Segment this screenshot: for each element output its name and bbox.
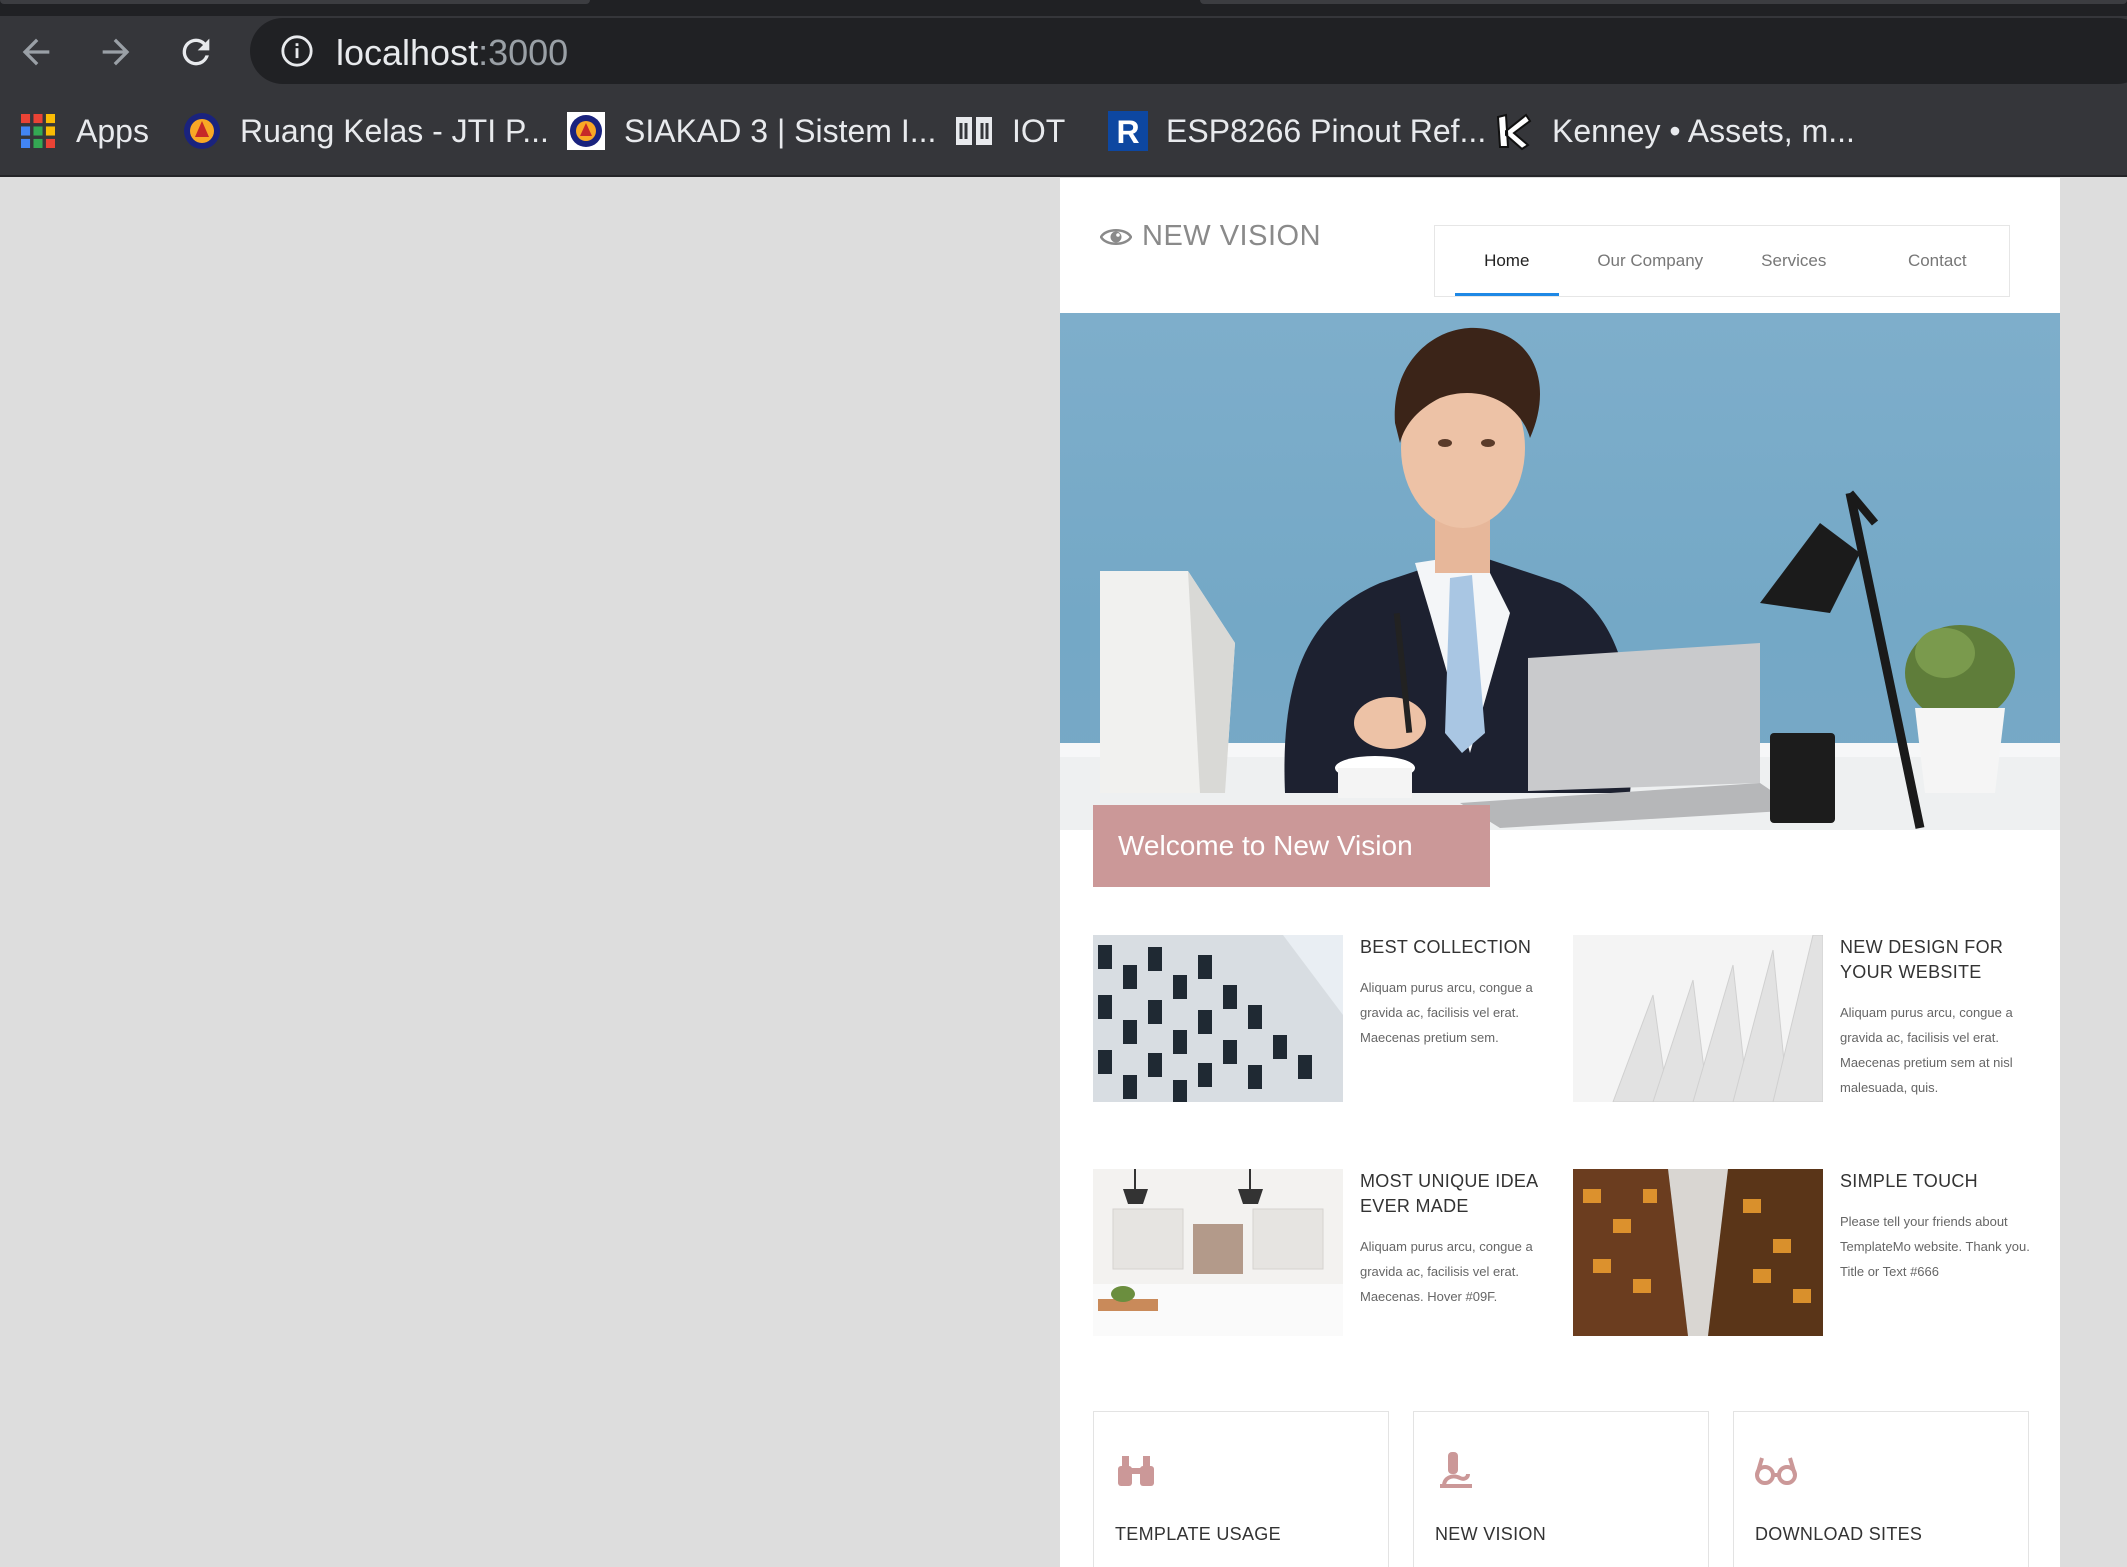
feature-text: Please tell your friends about TemplateM… — [1840, 1214, 2030, 1279]
nav-services[interactable]: Services — [1722, 226, 1866, 296]
bookmark-kenney[interactable]: Kenney • Assets, m... — [1494, 106, 1855, 156]
reload-button[interactable] — [174, 30, 218, 74]
card-title: TEMPLATE USAGE — [1115, 1524, 1281, 1544]
bookmark-label: Kenney • Assets, m... — [1552, 112, 1855, 149]
back-button[interactable] — [14, 30, 58, 74]
kenney-k-icon — [1494, 111, 1534, 151]
forward-button[interactable] — [94, 30, 138, 74]
feature-text: Aliquam purus arcu, congue a gravida ac,… — [1840, 1005, 2013, 1095]
service-card[interactable]: NEW VISION — [1413, 1411, 1709, 1567]
nav-home[interactable]: Home — [1435, 226, 1579, 296]
info-icon[interactable] — [280, 34, 314, 68]
businessman-desk-illustration — [1060, 327, 2060, 830]
bookmark-esp8266[interactable]: R ESP8266 Pinout Ref... — [1108, 106, 1486, 156]
bookmark-iot[interactable]: IOT — [954, 106, 1065, 156]
browser-toolbar: localhost:3000 — [0, 16, 2127, 86]
tab-edge — [0, 0, 590, 4]
main-nav: Home Our Company Services Contact — [1434, 225, 2010, 297]
reload-icon — [182, 38, 210, 66]
bookmark-siakad[interactable]: SIAKAD 3 | Sistem I... — [566, 106, 936, 156]
feature-title: NEW DESIGN FOR YOUR WEBSITE — [1840, 937, 2004, 982]
binoculars-icon — [1118, 1456, 1154, 1486]
card-title: NEW VISION — [1435, 1524, 1547, 1544]
bookmark-ruang-kelas[interactable]: Ruang Kelas - JTI P... — [182, 106, 549, 156]
feature-image-skyscrapers — [1573, 1169, 1823, 1336]
university-emblem-icon — [182, 111, 222, 151]
feature-title: BEST COLLECTION — [1360, 937, 1532, 957]
website-page: NEW VISION Home Our Company Services Con… — [1060, 178, 2060, 1567]
r-letter-icon: R — [1108, 111, 1148, 151]
feature-image-architecture — [1573, 935, 1823, 1102]
feature-item: BEST COLLECTION Aliquam purus arcu, cong… — [1093, 935, 1573, 1155]
svg-text:R: R — [1116, 114, 1139, 150]
tab-strip — [0, 0, 2127, 16]
feature-title: SIMPLE TOUCH — [1840, 1171, 1978, 1191]
address-bar[interactable]: localhost:3000 — [250, 18, 2127, 84]
apps-grid-icon — [18, 111, 58, 151]
feature-item: NEW DESIGN FOR YOUR WEBSITE Aliquam puru… — [1573, 935, 2053, 1155]
microscope-icon — [1440, 1452, 1472, 1488]
bookmark-apps[interactable]: Apps — [18, 106, 149, 156]
service-card[interactable]: DOWNLOAD SITES — [1733, 1411, 2029, 1567]
site-brand[interactable]: NEW VISION — [1100, 220, 1321, 253]
url-port: :3000 — [478, 32, 569, 73]
brand-name: NEW VISION — [1142, 220, 1322, 252]
book-icon — [954, 111, 994, 151]
bookmark-label: IOT — [1012, 112, 1066, 149]
nav-contact[interactable]: Contact — [1866, 226, 2010, 296]
university-emblem-icon — [566, 111, 606, 151]
service-card[interactable]: TEMPLATE USAGE — [1093, 1411, 1389, 1567]
card-title: DOWNLOAD SITES — [1755, 1524, 1923, 1544]
bookmark-label: Ruang Kelas - JTI P... — [240, 112, 549, 149]
feature-item: MOST UNIQUE IDEA EVER MADE Aliquam purus… — [1093, 1169, 1573, 1389]
feature-item: SIMPLE TOUCH Please tell your friends ab… — [1573, 1169, 2053, 1389]
arrow-left-icon — [22, 38, 50, 66]
url-host: localhost — [336, 32, 479, 73]
feature-text: Aliquam purus arcu, congue a gravida ac,… — [1360, 980, 1533, 1045]
arrow-right-icon — [102, 38, 130, 66]
tab-edge — [1200, 0, 2127, 4]
url-text: localhost:3000 — [336, 32, 568, 74]
feature-title: MOST UNIQUE IDEA EVER MADE — [1360, 1171, 1538, 1216]
bookmark-label: Apps — [76, 112, 149, 149]
feature-image-building — [1093, 935, 1343, 1102]
hero-image — [1060, 313, 2060, 830]
nav-our-company[interactable]: Our Company — [1579, 226, 1723, 296]
bookmarks-bar: Apps Ruang Kelas - JTI P... SIAKAD 3 | S… — [0, 86, 2127, 177]
bookmark-label: SIAKAD 3 | Sistem I... — [624, 112, 937, 149]
glasses-icon — [1755, 1457, 1797, 1485]
bookmark-label: ESP8266 Pinout Ref... — [1166, 112, 1487, 149]
feature-image-kitchen — [1093, 1169, 1343, 1336]
hero-caption: Welcome to New Vision — [1093, 805, 1490, 887]
feature-text: Aliquam purus arcu, congue a gravida ac,… — [1360, 1239, 1533, 1304]
eye-icon — [1100, 228, 1132, 245]
